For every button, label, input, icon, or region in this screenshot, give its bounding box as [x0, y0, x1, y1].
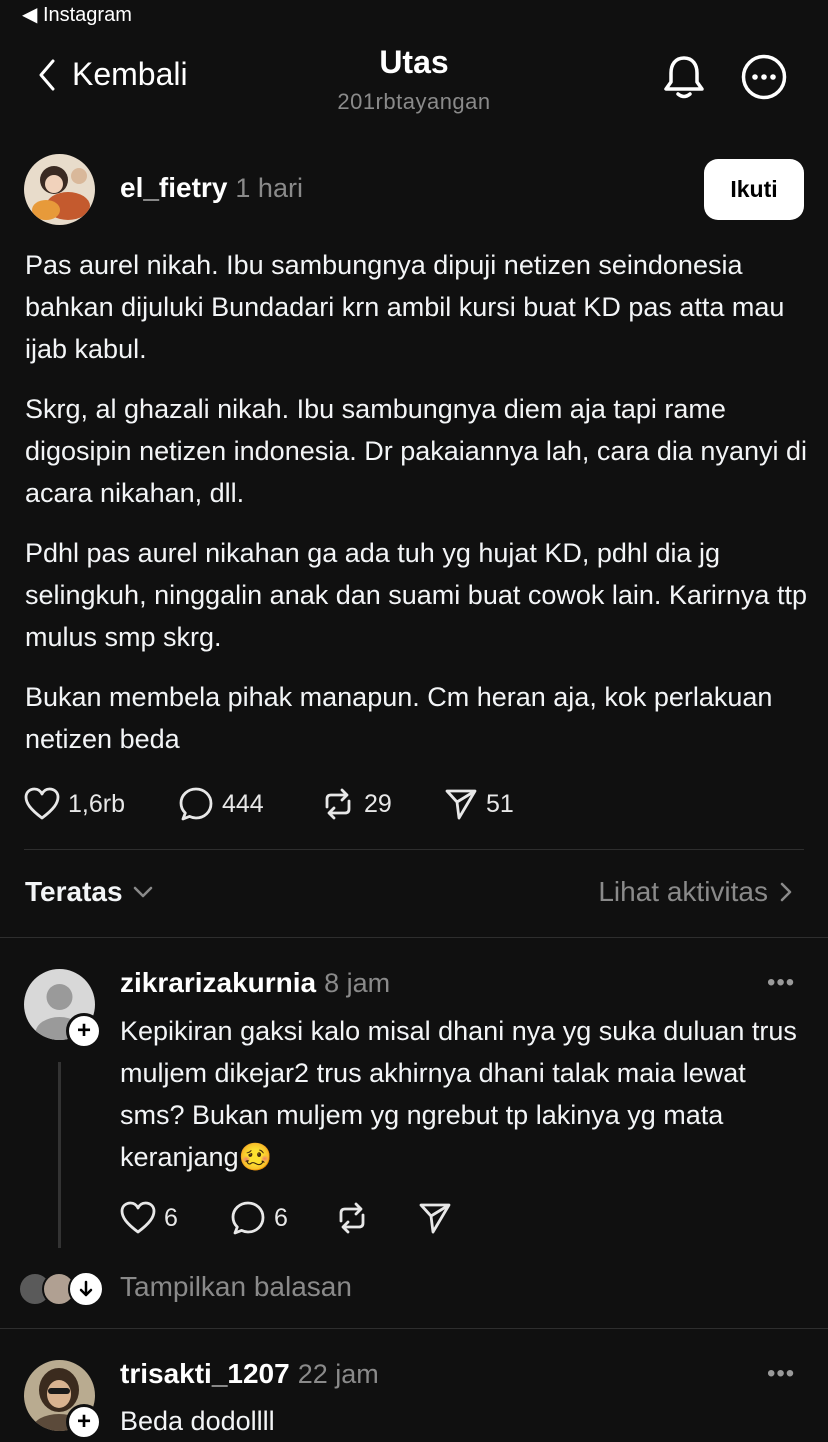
send-icon	[445, 789, 477, 820]
reply-like-count: 6	[164, 1203, 178, 1232]
author-username[interactable]: el_fietry	[120, 172, 227, 203]
sort-label: Teratas	[25, 876, 123, 907]
chevron-down-icon	[133, 886, 152, 898]
reply-time: 22 jam	[297, 1359, 379, 1389]
heart-icon	[24, 787, 60, 820]
reply-repost-button[interactable]	[334, 1201, 418, 1235]
post-paragraph: Pas aurel nikah. Ibu sambungnya dipuji n…	[25, 250, 785, 364]
post-time: 1 hari	[235, 173, 303, 203]
reply-username[interactable]: trisakti_1207	[120, 1358, 290, 1389]
repost-icon	[339, 1202, 365, 1234]
reply-emoji: 🥴	[238, 1142, 273, 1172]
notification-button[interactable]	[660, 53, 708, 101]
reply-text: Beda dodollll	[120, 1406, 275, 1436]
share-button[interactable]: 51	[444, 787, 514, 821]
post-paragraph: Bukan membela pihak manapun. Cm heran aj…	[25, 682, 773, 754]
view-activity-link[interactable]: Lihat aktivitas	[598, 876, 792, 908]
reply-text-content: Kepikiran gaksi kalo misal dhani nya yg …	[120, 1016, 797, 1172]
post-actions: 1,6rb 444 29 51	[24, 786, 514, 822]
repost-count: 29	[364, 789, 392, 818]
more-options-button[interactable]	[740, 53, 788, 101]
avatar-illustration	[24, 154, 95, 225]
divider	[24, 849, 804, 850]
reply-more-icon[interactable]: •••	[767, 1360, 795, 1388]
bell-icon	[664, 56, 704, 99]
reply-header: trisakti_1207 22 jam	[120, 1358, 379, 1390]
heart-icon	[120, 1201, 156, 1234]
post-paragraph: Skrg, al ghazali nikah. Ibu sambungnya d…	[25, 394, 807, 508]
follow-button[interactable]: Ikuti	[704, 159, 804, 220]
post-paragraph: Pdhl pas aurel nikahan ga ada tuh yg huj…	[25, 538, 807, 652]
like-count: 1,6rb	[68, 789, 125, 818]
reply-header: zikrarizakurnia 8 jam	[120, 967, 390, 999]
reply-comment-count: 6	[274, 1203, 288, 1232]
reply-username[interactable]: zikrarizakurnia	[120, 967, 316, 998]
divider	[0, 1328, 828, 1329]
thread-line	[58, 1062, 61, 1248]
activity-label: Lihat aktivitas	[598, 876, 768, 907]
author-info: el_fietry 1 hari	[120, 172, 303, 204]
post-body: Pas aurel nikah. Ibu sambungnya dipuji n…	[25, 244, 815, 778]
reply-more-icon[interactable]: •••	[767, 969, 795, 997]
sort-dropdown[interactable]: Teratas	[25, 876, 153, 908]
send-icon	[419, 1203, 451, 1234]
reply-comment-button[interactable]: 6	[230, 1200, 334, 1236]
reply-time: 8 jam	[324, 968, 391, 998]
repost-icon	[325, 788, 351, 820]
like-button[interactable]: 1,6rb	[24, 787, 178, 821]
reply-actions: 6 6	[120, 1200, 452, 1236]
reply-avatars-stack	[18, 1271, 106, 1307]
reply-text: Kepikiran gaksi kalo misal dhani nya yg …	[120, 1010, 800, 1178]
comment-button[interactable]: 444	[178, 786, 320, 822]
reply-share-button[interactable]	[418, 1201, 452, 1235]
show-replies-button[interactable]: Tampilkan balasan	[120, 1271, 352, 1303]
arrow-down-icon	[68, 1271, 104, 1307]
comment-icon	[231, 1201, 265, 1235]
share-count: 51	[486, 789, 514, 818]
author-avatar[interactable]	[24, 154, 95, 225]
chevron-right-icon	[780, 882, 792, 902]
follow-plus-icon[interactable]: +	[66, 1013, 102, 1049]
repost-button[interactable]: 29	[320, 787, 444, 821]
comment-icon	[179, 787, 213, 821]
divider	[0, 937, 828, 938]
more-circle-icon	[741, 54, 787, 100]
status-bar-back-to-app[interactable]: ◀ Instagram	[22, 2, 132, 27]
reply-like-button[interactable]: 6	[120, 1201, 230, 1235]
comment-count: 444	[222, 789, 264, 818]
follow-plus-icon[interactable]: +	[66, 1404, 102, 1440]
